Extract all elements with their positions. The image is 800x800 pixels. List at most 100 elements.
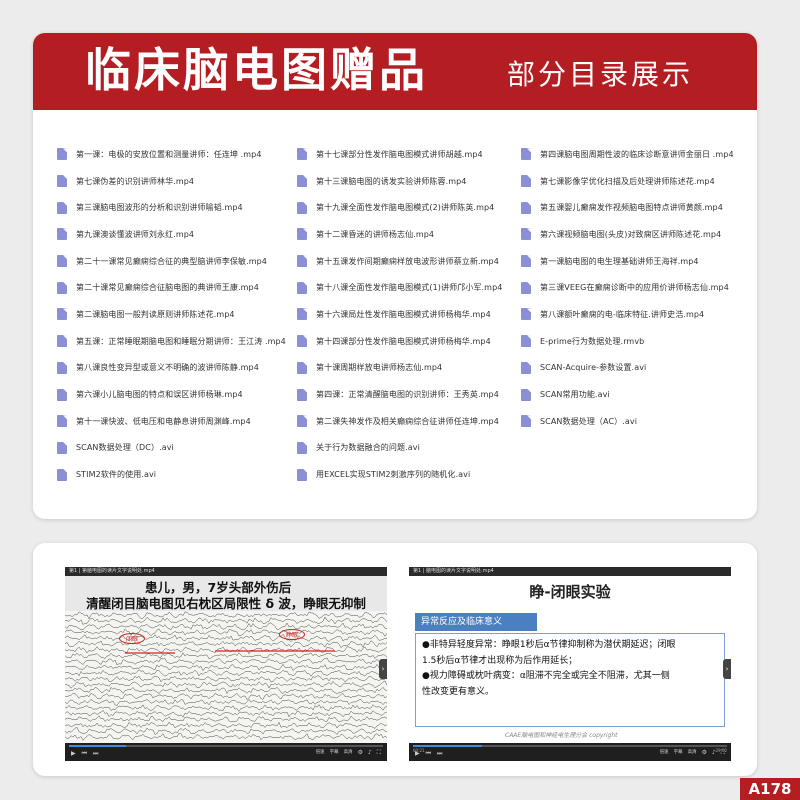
file-list-item[interactable]: 第二十课常见癫痫综合征脑电图的典讲师王康.mp4 bbox=[57, 274, 286, 301]
video-file-icon bbox=[297, 228, 307, 241]
previous-icon[interactable]: ⏮ bbox=[426, 750, 431, 758]
file-list-item[interactable]: 关于行为数据融合的问题.avi bbox=[297, 435, 502, 462]
chevron-right-icon[interactable]: › bbox=[723, 659, 731, 679]
video-player-eeg[interactable]: 第1 | 第脑电图的读片文字说明处.mp4 患儿，男，7岁头部外伤后 清醒闭目脑… bbox=[65, 567, 387, 761]
eeg-tag-eyes-open: 睁眼 bbox=[279, 629, 306, 640]
file-list-item[interactable]: SCAN-Acquire-参数设置.avi bbox=[521, 355, 734, 382]
file-list-item[interactable]: 第五课婴儿癫痫发作视频脑电图特点讲师黄颜.mp4 bbox=[521, 194, 734, 221]
file-name: 第八课额叶癫痫的电-临床特征.讲师史浩.mp4 bbox=[540, 309, 705, 319]
slide-line: ●非特异轻度异常：睁眼1秒后α节律抑制称为潜伏期延迟；闭眼 bbox=[422, 640, 676, 650]
file-name: 第九课澳谈懂波讲师刘永红.mp4 bbox=[76, 229, 195, 239]
file-name: 第十八课全面性发作脑电图模式(1)讲师邝小军.mp4 bbox=[316, 283, 503, 293]
subtitle-button[interactable]: 字幕 bbox=[330, 749, 339, 757]
file-list-item[interactable]: 第六课视频脑电图(头皮)对致痫区讲师陈述花.mp4 bbox=[521, 221, 734, 248]
file-list-item[interactable]: 第十课周期样放电讲师杨志仙.mp4 bbox=[297, 355, 502, 382]
file-list-item[interactable]: 第六课小儿脑电图的特点和误区讲师杨琳.mp4 bbox=[57, 381, 286, 408]
video-file-icon bbox=[521, 361, 531, 374]
file-name: 第五课婴儿癫痫发作视频脑电图特点讲师黄颜.mp4 bbox=[540, 203, 723, 213]
file-list-item[interactable]: 第十三课脑电图的诱发实验讲师陈蓉.mp4 bbox=[297, 168, 502, 195]
file-list-item[interactable]: STIM2软件的使用.avi bbox=[57, 461, 286, 488]
file-list-item[interactable]: 第二十一课常见癫痫综合征的典型脑讲师李保敏.mp4 bbox=[57, 248, 286, 275]
chevron-right-icon[interactable]: › bbox=[379, 659, 387, 679]
file-list-item[interactable]: 第十一课快波、低电压和电静息讲师周渊峰.mp4 bbox=[57, 408, 286, 435]
file-list-item[interactable]: 第五课：正常睡眠期脑电图和睡眠分期讲师：王江涛 .mp4 bbox=[57, 328, 286, 355]
volume-icon[interactable]: ♪ bbox=[368, 749, 372, 757]
player-file-name: 第1 | 第脑电图的读片文字说明处.mp4 bbox=[69, 568, 155, 574]
file-list-item[interactable]: SCAN数据处理（AC）.avi bbox=[521, 408, 734, 435]
file-list-item[interactable]: 第七课影像学优化扫描及后处理讲师陈述花.mp4 bbox=[521, 168, 734, 195]
play-icon[interactable]: ▶ bbox=[71, 750, 76, 758]
file-name: 第六课视频脑电图(头皮)对致痫区讲师陈述花.mp4 bbox=[540, 229, 722, 239]
video-file-icon bbox=[521, 388, 531, 401]
file-list-item[interactable]: 第三课脑电图波形的分析和识别讲师喻韬.mp4 bbox=[57, 194, 286, 221]
video-file-icon bbox=[57, 255, 67, 268]
file-list-item[interactable]: 第一课脑电图的电生理基础讲师王海祥.mp4 bbox=[521, 248, 734, 275]
volume-icon[interactable]: ♪ bbox=[712, 749, 716, 757]
file-list-item[interactable]: 第十二课昏迷的讲师杨志仙.mp4 bbox=[297, 221, 502, 248]
slide-content-box: ●非特异轻度异常：睁眼1秒后α节律抑制称为潜伏期延迟；闭眼 1.5秒后α节律才出… bbox=[415, 633, 725, 727]
next-icon[interactable]: ⏭ bbox=[437, 750, 442, 758]
progress-bar[interactable] bbox=[413, 745, 727, 747]
file-list-item[interactable]: 第十五课发作间期癫痫样放电波形讲师蔡立新.mp4 bbox=[297, 248, 502, 275]
fullscreen-icon[interactable]: ⛶ bbox=[721, 749, 725, 757]
catalog-column-2: 第十七课部分性发作脑电图模式讲师胡越.mp4 第十三课脑电图的诱发实验讲师陈蓉.m… bbox=[297, 141, 502, 488]
next-icon[interactable]: ⏭ bbox=[93, 750, 98, 758]
file-list-item[interactable]: 第十六课局灶性发作脑电图模式讲师杨梅华.mp4 bbox=[297, 301, 502, 328]
file-list-item[interactable]: 第二课脑电图一般判读原则讲师陈述花.mp4 bbox=[57, 301, 286, 328]
video-file-icon bbox=[297, 415, 307, 428]
play-icon[interactable]: ▶ bbox=[415, 750, 420, 758]
gear-icon[interactable]: ⚙ bbox=[358, 749, 363, 757]
file-name: 第十课周期样放电讲师杨志仙.mp4 bbox=[316, 363, 443, 373]
file-name: 第二十一课常见癫痫综合征的典型脑讲师李保敏.mp4 bbox=[76, 256, 268, 266]
file-list-item[interactable]: 第一课：电极的安放位置和测量讲师：任连坤 .mp4 bbox=[57, 141, 286, 168]
speed-button[interactable]: 倍速 bbox=[316, 749, 325, 757]
file-list-item[interactable]: 第十七课部分性发作脑电图模式讲师胡越.mp4 bbox=[297, 141, 502, 168]
file-list-item[interactable]: SCAN常用功能.avi bbox=[521, 381, 734, 408]
file-list-item[interactable]: 第八课良性变异型或意义不明确的波讲师陈静.mp4 bbox=[57, 355, 286, 382]
file-list-item[interactable]: 第二课失神发作及相关癫痫综合征讲师任连坤.mp4 bbox=[297, 408, 502, 435]
file-list-item[interactable]: 第八课额叶癫痫的电-临床特征.讲师史浩.mp4 bbox=[521, 301, 734, 328]
catalog-card: 临床脑电图赠品 部分目录展示 第一课：电极的安放位置和测量讲师：任连坤 .mp4… bbox=[33, 33, 757, 519]
video-file-icon bbox=[521, 335, 531, 348]
file-list-item[interactable]: E-prime行为数据处理.rmvb bbox=[521, 328, 734, 355]
file-list-item[interactable]: SCAN数据处理（DC）.avi bbox=[57, 435, 286, 462]
progress-bar[interactable] bbox=[69, 745, 383, 747]
previous-icon[interactable]: ⏮ bbox=[82, 750, 87, 758]
file-list-item[interactable]: 第十九课全面性发作脑电图模式(2)讲师陈英.mp4 bbox=[297, 194, 502, 221]
video-file-icon bbox=[297, 441, 307, 454]
file-name: 第六课小儿脑电图的特点和误区讲师杨琳.mp4 bbox=[76, 390, 243, 400]
subtitle-button[interactable]: 字幕 bbox=[674, 749, 683, 757]
quality-button[interactable]: 高清 bbox=[688, 749, 697, 757]
file-name: 第四课脑电图周期性波的临床诊断意讲师金丽日 .mp4 bbox=[540, 149, 734, 159]
file-name: 第三课脑电图波形的分析和识别讲师喻韬.mp4 bbox=[76, 203, 243, 213]
file-list-item[interactable]: 第三课VEEG在癫痫诊断中的应用价讲师杨志仙.mp4 bbox=[521, 274, 734, 301]
video-file-icon bbox=[57, 228, 67, 241]
progress-fill bbox=[413, 745, 483, 747]
speed-button[interactable]: 倍速 bbox=[660, 749, 669, 757]
file-list-item[interactable]: 用EXCEL实现STIM2刺激序列的随机化.avi bbox=[297, 461, 502, 488]
file-name: 第十六课局灶性发作脑电图模式讲师杨梅华.mp4 bbox=[316, 309, 491, 319]
file-name: 第一课：电极的安放位置和测量讲师：任连坤 .mp4 bbox=[76, 149, 262, 159]
file-list-item[interactable]: 第四课脑电图周期性波的临床诊断意讲师金丽日 .mp4 bbox=[521, 141, 734, 168]
banner-subtitle: 部分目录展示 bbox=[507, 58, 694, 91]
quality-button[interactable]: 高清 bbox=[344, 749, 353, 757]
video-file-icon bbox=[57, 441, 67, 454]
player-topbar: 第1 | 脑电图的读片文字说明处.mp4 bbox=[409, 567, 731, 576]
file-name: 第八课良性变异型或意义不明确的波讲师陈静.mp4 bbox=[76, 363, 259, 373]
video-file-icon bbox=[297, 281, 307, 294]
video-file-icon bbox=[57, 388, 67, 401]
video-player-eye-test[interactable]: 第1 | 脑电图的读片文字说明处.mp4 睁-闭眼实验 异常反应及临床意义 ●非… bbox=[409, 567, 731, 761]
file-list-item[interactable]: 第九课澳谈懂波讲师刘永红.mp4 bbox=[57, 221, 286, 248]
file-name: 第五课：正常睡眠期脑电图和睡眠分期讲师：王江涛 .mp4 bbox=[76, 336, 286, 346]
file-list-item[interactable]: 第四课：正常清醒脑电图的识别讲师：王秀英.mp4 bbox=[297, 381, 502, 408]
gear-icon[interactable]: ⚙ bbox=[702, 749, 707, 757]
slide-footer: CAAE脑电图和神经电生理分会 copyright bbox=[505, 732, 618, 739]
player-topbar: 第1 | 第脑电图的读片文字说明处.mp4 bbox=[65, 567, 387, 576]
file-list-item[interactable]: 第十八课全面性发作脑电图模式(1)讲师邝小军.mp4 bbox=[297, 274, 502, 301]
fullscreen-icon[interactable]: ⛶ bbox=[377, 749, 381, 757]
video-file-icon bbox=[297, 201, 307, 214]
file-list-item[interactable]: 第十四课部分性发作脑电图模式讲师杨梅华.mp4 bbox=[297, 328, 502, 355]
video-file-icon bbox=[521, 201, 531, 214]
player-controls: ▶ ⏮ ⏭ 倍速 字幕 高清 ⚙ ♪ ⛶ bbox=[65, 743, 387, 761]
file-list-item[interactable]: 第七课伪差的识别讲师林华.mp4 bbox=[57, 168, 286, 195]
